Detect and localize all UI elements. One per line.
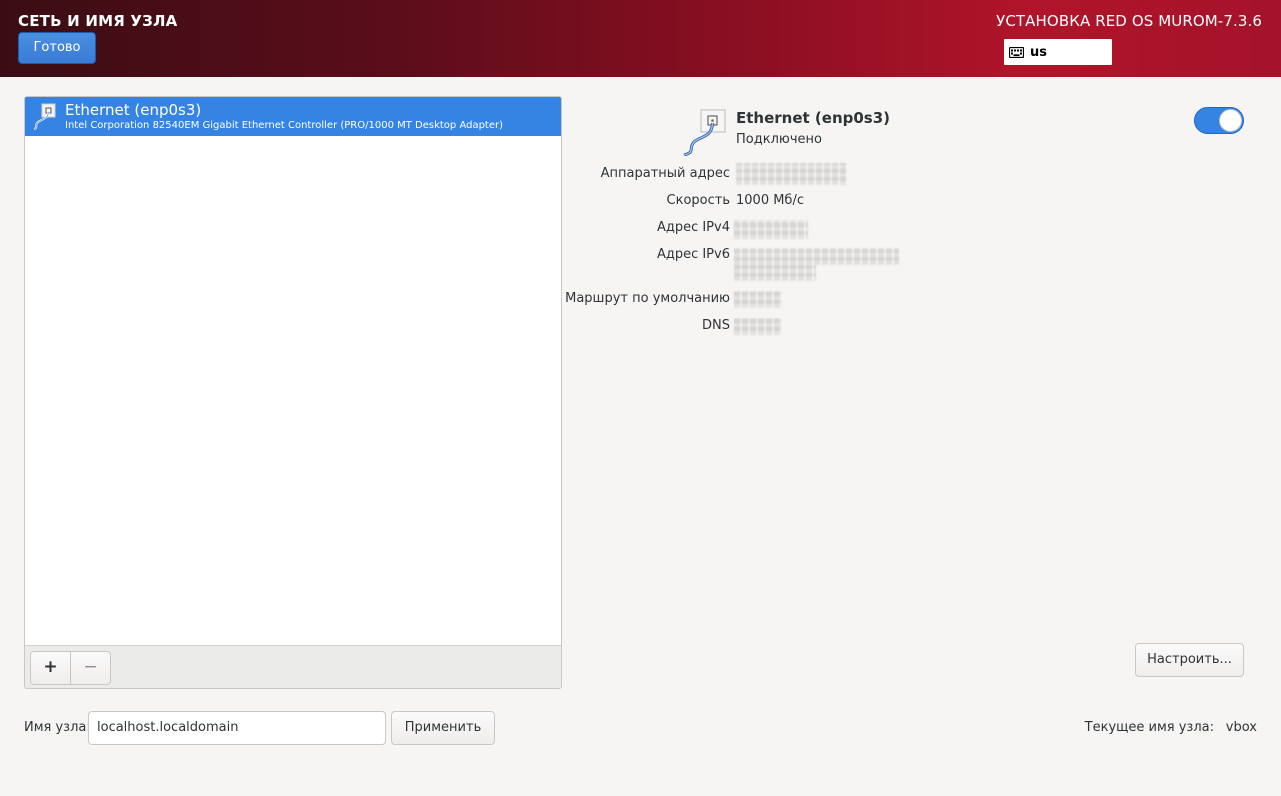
- speed-label: Скорость: [666, 193, 730, 208]
- remove-device-button[interactable]: −: [70, 651, 111, 685]
- device-detail-name: Ethernet (enp0s3): [736, 109, 891, 127]
- ipv4-label: Адрес IPv4: [656, 220, 730, 235]
- keyboard-icon: [1009, 46, 1024, 58]
- product-title: УСТАНОВКА RED OS MUROM-7.3.6: [996, 12, 1262, 30]
- device-name: Ethernet (enp0s3): [65, 101, 202, 119]
- keyboard-layout-label: us: [1030, 44, 1047, 60]
- device-list-toolbar: + −: [25, 645, 561, 688]
- device-list: Ethernet (enp0s3) Intel Corporation 8254…: [24, 96, 562, 689]
- network-wired-icon: [683, 109, 726, 156]
- ipv6-value-redacted-line1: [734, 248, 899, 265]
- ipv6-label: Адрес IPv6: [656, 247, 730, 262]
- hostname-label: Имя узла:: [24, 720, 91, 735]
- hostname-input[interactable]: localhost.localdomain: [88, 711, 386, 745]
- device-description: Intel Corporation 82540EM Gigabit Ethern…: [65, 120, 504, 131]
- current-hostname-label: Текущее имя узла:: [1084, 720, 1214, 735]
- network-wired-icon: [33, 103, 56, 130]
- dns-value-redacted: [734, 318, 782, 335]
- device-list-item[interactable]: Ethernet (enp0s3) Intel Corporation 8254…: [25, 97, 561, 136]
- hardware-address-value-redacted: [736, 163, 846, 185]
- ipv6-value-redacted-line2: [734, 264, 816, 281]
- current-hostname-value: vbox: [1225, 720, 1257, 735]
- toggle-knob: [1219, 109, 1242, 132]
- apply-hostname-button[interactable]: Применить: [391, 711, 495, 745]
- header-bar: СЕТЬ И ИМЯ УЗЛА Готово УСТАНОВКА RED OS …: [0, 0, 1281, 77]
- hardware-address-label: Аппаратный адрес: [600, 166, 730, 181]
- default-route-value-redacted: [734, 291, 782, 308]
- add-device-button[interactable]: +: [30, 651, 71, 685]
- configure-button[interactable]: Настроить...: [1135, 643, 1244, 677]
- device-enable-toggle[interactable]: [1194, 107, 1244, 134]
- page-title: СЕТЬ И ИМЯ УЗЛА: [18, 12, 178, 30]
- ipv4-value-redacted: [734, 220, 808, 239]
- speed-value: 1000 Мб/с: [736, 193, 804, 208]
- done-button[interactable]: Готово: [18, 32, 96, 64]
- default-route-label: Маршрут по умолчанию: [565, 291, 730, 306]
- dns-label: DNS: [702, 318, 730, 333]
- connection-status: Подключено: [736, 132, 822, 147]
- keyboard-layout-indicator[interactable]: us: [1004, 39, 1112, 65]
